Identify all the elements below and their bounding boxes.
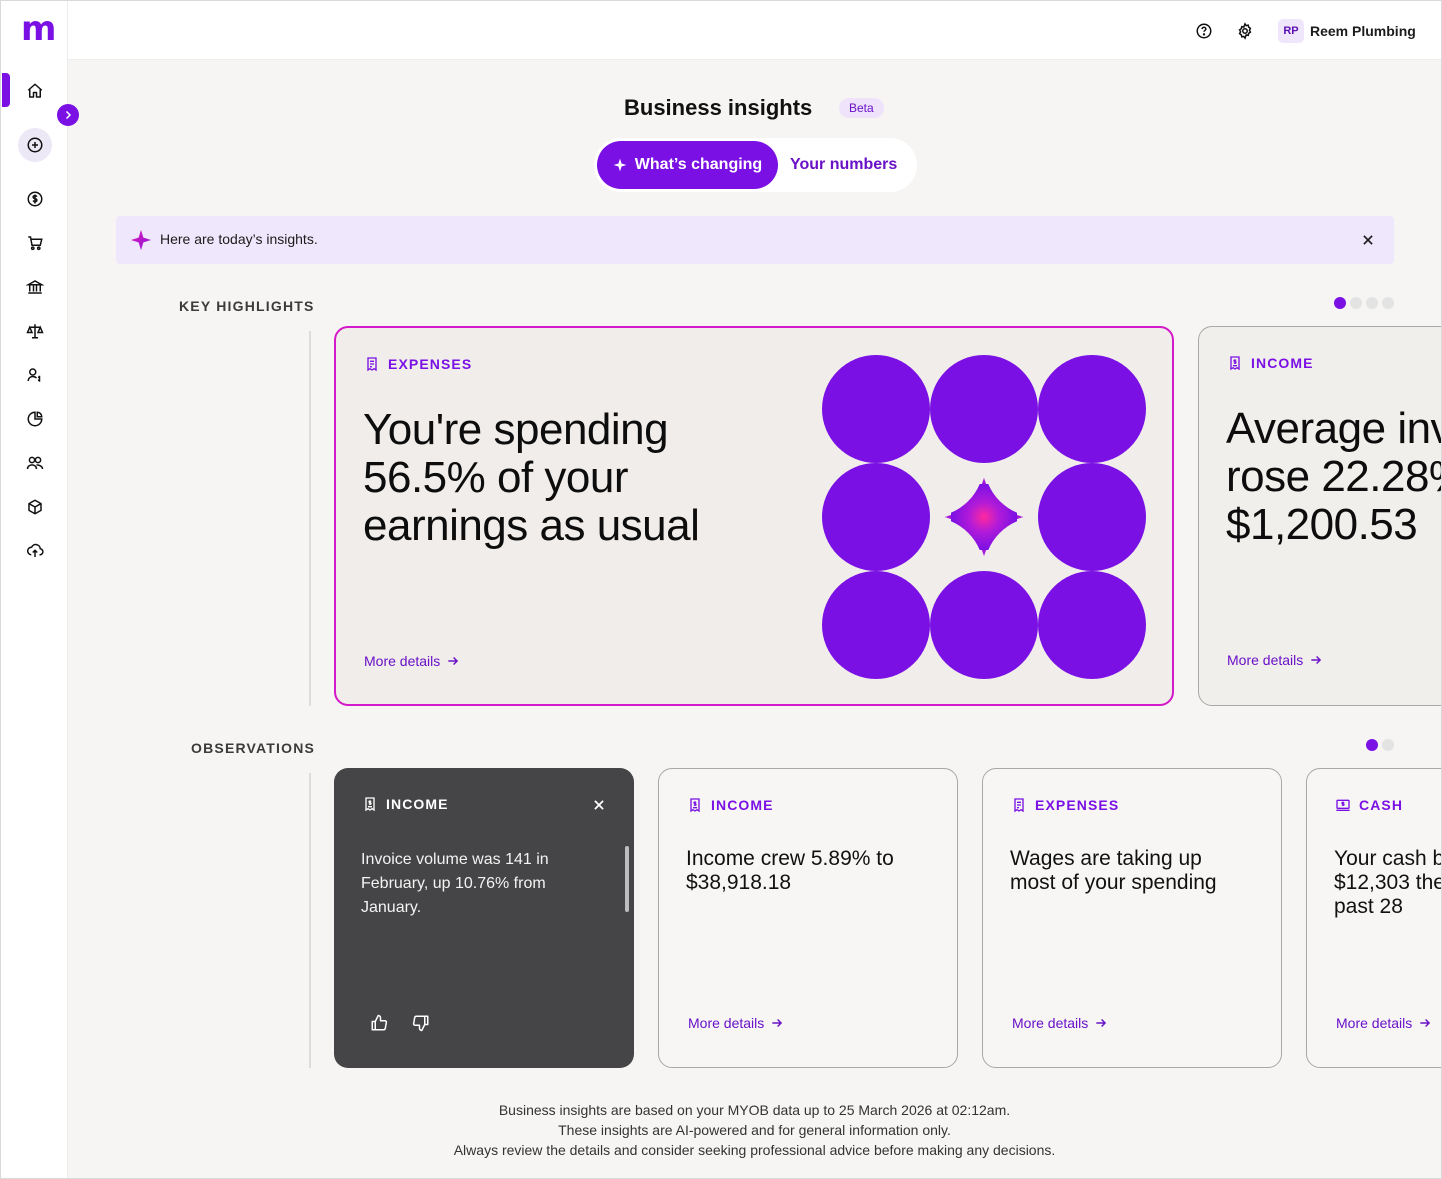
arrow-right-icon [448, 656, 459, 666]
invoice-icon [1230, 356, 1240, 371]
insights-banner: Here are today’s insights. [116, 216, 1394, 264]
pagination-dot[interactable] [1334, 297, 1346, 309]
card-tag-label: EXPENSES [388, 356, 473, 372]
card-body: Invoice volume was 141 in February, up 1… [361, 851, 549, 916]
business-avatar[interactable]: RP [1278, 19, 1304, 43]
card-tag-label: INCOME [711, 797, 774, 813]
key-highlights-label: KEY HIGHLIGHTS [179, 298, 315, 314]
card-title: Your cash by $12,303 the past 28 [1334, 847, 1441, 918]
card-title: Wages are taking up most of your spendin… [1010, 847, 1217, 894]
page-title: Business insights [624, 95, 813, 120]
link-label: More details [364, 653, 441, 669]
highlight-card-income[interactable]: INCOME Average inv rose 22.28% $1,200.53… [1198, 326, 1441, 706]
invoice-icon [690, 798, 700, 813]
expand-sidebar-button[interactable] [57, 104, 79, 126]
disclaimer: Business insights are based on your MYOB… [68, 1100, 1441, 1160]
scale-icon[interactable] [23, 319, 47, 343]
contacts-icon[interactable] [23, 451, 47, 475]
help-icon[interactable] [1194, 21, 1214, 41]
pagination-dot[interactable] [1366, 297, 1378, 309]
card-tag-label: INCOME [386, 796, 449, 812]
banner-text: Here are today’s insights. [160, 231, 318, 247]
divider [309, 773, 311, 1068]
bank-icon[interactable] [23, 275, 47, 299]
disclaimer-line: These insights are AI-powered and for ge… [558, 1122, 951, 1138]
card-tag: INCOME [687, 797, 774, 813]
card-tag: EXPENSES [1011, 797, 1119, 813]
expenses-illustration [822, 355, 1146, 679]
business-name[interactable]: Reem Plumbing [1310, 23, 1416, 39]
observation-card-expenses[interactable]: EXPENSES Wages are taking up most of you… [982, 768, 1282, 1068]
sparkle-icon [130, 229, 152, 251]
close-icon[interactable] [590, 796, 608, 814]
divider [309, 331, 311, 706]
add-icon[interactable] [18, 128, 52, 162]
home-icon[interactable] [23, 79, 47, 103]
app-window: m RP Reem Plumbing Business insights Bet… [0, 0, 1442, 1179]
dollar-icon[interactable] [23, 187, 47, 211]
invoice-icon [365, 797, 375, 812]
arrow-right-icon [1420, 1018, 1431, 1028]
thumbs-up-icon[interactable] [368, 1012, 390, 1034]
receipt-icon [1014, 798, 1024, 813]
card-tag-label: CASH [1359, 797, 1404, 813]
tab-label: What’s changing [634, 156, 763, 173]
card-tag: EXPENSES [364, 356, 472, 372]
arrow-right-icon [1096, 1018, 1107, 1028]
insight-tabs: What’s changing Your numbers [594, 138, 917, 192]
thumbs-down-icon[interactable] [410, 1012, 432, 1034]
cart-icon[interactable] [23, 231, 47, 255]
observations-pagination [1366, 739, 1394, 751]
observation-card-cash[interactable]: CASH Your cash by $12,303 the past 28 Mo… [1306, 768, 1441, 1068]
close-icon[interactable] [1358, 230, 1378, 250]
card-tag-label: INCOME [1251, 355, 1314, 371]
active-indicator [2, 73, 10, 107]
pagination-dot[interactable] [1382, 739, 1394, 751]
highlight-card-expenses[interactable]: EXPENSES You're spending 56.5% of your e… [334, 326, 1174, 706]
card-title: Income crew 5.89% to $38,918.18 [686, 847, 894, 894]
observation-card-income[interactable]: INCOME Income crew 5.89% to $38,918.18 M… [658, 768, 958, 1068]
pagination-dot[interactable] [1350, 297, 1362, 309]
card-tag: CASH [1335, 797, 1403, 813]
link-label: More details [1227, 652, 1304, 668]
tab-whats-changing[interactable]: What’s changing [597, 141, 778, 189]
more-details-link[interactable]: More details [1336, 1015, 1432, 1031]
scrollbar[interactable] [625, 846, 629, 912]
link-label: More details [1012, 1015, 1089, 1031]
disclaimer-line: Business insights are based on your MYOB… [498, 1102, 1011, 1118]
receipt-icon [367, 357, 377, 372]
highlights-pagination [1334, 297, 1394, 309]
inventory-icon[interactable] [23, 495, 47, 519]
card-title: Average inv rose 22.28% $1,200.53 [1226, 404, 1441, 549]
pagination-dot[interactable] [1366, 739, 1378, 751]
settings-gear-icon[interactable] [1235, 21, 1255, 41]
more-details-link[interactable]: More details [1227, 652, 1323, 668]
link-label: More details [1336, 1015, 1413, 1031]
arrow-right-icon [772, 1018, 783, 1028]
beta-badge: Beta [839, 98, 884, 118]
card-title: You're spending 56.5% of your earnings a… [363, 405, 700, 550]
upload-icon[interactable] [23, 539, 47, 563]
disclaimer-line: Always review the details and consider s… [453, 1142, 1056, 1158]
arrow-right-icon [1311, 655, 1322, 665]
tab-your-numbers[interactable]: Your numbers [790, 141, 897, 189]
cash-icon [1336, 799, 1350, 811]
more-details-link[interactable]: More details [688, 1015, 784, 1031]
more-details-link[interactable]: More details [364, 653, 460, 669]
reports-icon[interactable] [23, 407, 47, 431]
sidebar: m [1, 1, 79, 1178]
more-details-link[interactable]: More details [1012, 1015, 1108, 1031]
card-tag: INCOME [1227, 355, 1314, 371]
card-tag-label: EXPENSES [1035, 797, 1120, 813]
myob-logo[interactable]: m [21, 12, 56, 46]
sparkle-icon [613, 158, 627, 172]
payroll-icon[interactable] [23, 363, 47, 387]
observations-label: OBSERVATIONS [191, 740, 316, 756]
top-bar: RP Reem Plumbing [68, 1, 1441, 60]
link-label: More details [688, 1015, 765, 1031]
card-tag: INCOME [362, 796, 449, 812]
observation-card-invoice-volume[interactable]: INCOME Invoice volume was 141 in Februar… [334, 768, 634, 1068]
pagination-dot[interactable] [1382, 297, 1394, 309]
